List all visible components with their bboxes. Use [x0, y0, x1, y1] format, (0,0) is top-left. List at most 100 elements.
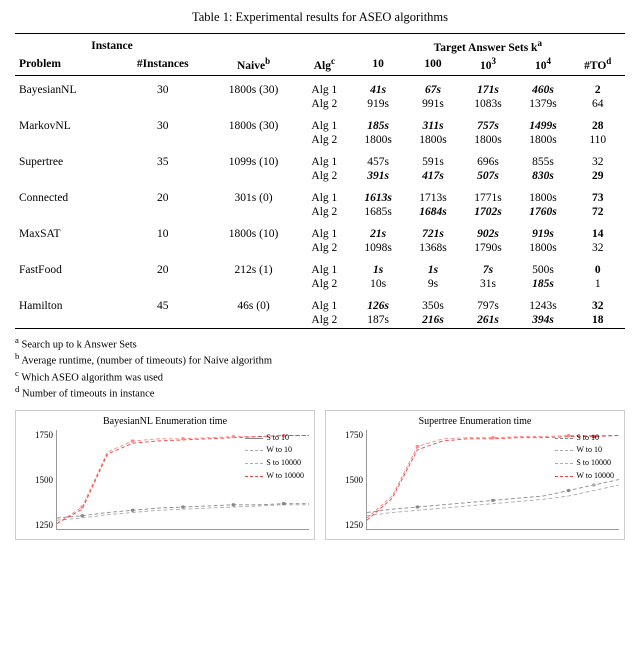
alg-cell: Alg 2	[298, 277, 350, 292]
bayesiannl-chart-title: BayesianNL Enumeration time	[21, 416, 309, 427]
footnote-c: c Which ASEO algorithm was used	[15, 368, 625, 384]
naive-cell: 46s (0)	[209, 292, 298, 313]
naive-cell: 1800s (30)	[209, 75, 298, 97]
supertree-legend: S to 10 W to 10 S to 10000 W to 10000	[555, 432, 614, 483]
alg-cell: Alg 2	[298, 205, 350, 220]
k1000-cell: 757s	[461, 112, 516, 133]
to-cell: 18	[570, 313, 625, 329]
problem-cell	[15, 169, 116, 184]
k1000-cell: 261s	[461, 313, 516, 329]
k100-cell: 9s	[406, 277, 461, 292]
problem-cell: Supertree	[15, 148, 116, 169]
problem-cell	[15, 241, 116, 256]
instances-cell: 45	[116, 292, 209, 313]
alg-cell: Alg 2	[298, 97, 350, 112]
k10000-cell: 1243s	[515, 292, 570, 313]
k100-cell: 721s	[406, 220, 461, 241]
supertree-chart: Supertree Enumeration time 1750 1500 125…	[325, 410, 625, 540]
alg-header	[298, 34, 350, 55]
k100-cell: 591s	[406, 148, 461, 169]
footnote-b: b Average runtime, (number of timeouts) …	[15, 351, 625, 367]
naive-cell: 1800s (10)	[209, 220, 298, 241]
k100-cell: 311s	[406, 112, 461, 133]
alg-cell: Alg 1	[298, 112, 350, 133]
alg-cell: Alg 1	[298, 148, 350, 169]
k10-col-header: 10	[351, 55, 406, 75]
alg-cell: Alg 1	[298, 292, 350, 313]
instances-cell: 35	[116, 148, 209, 169]
supertree-y-axis: 1750 1500 1250	[331, 430, 366, 530]
k10000-cell: 1760s	[515, 205, 570, 220]
instances-cell: 10	[116, 220, 209, 241]
instances-cell	[116, 169, 209, 184]
instances-cell	[116, 133, 209, 148]
k1000-cell: 1083s	[461, 97, 516, 112]
table-row: MaxSAT101800s (10)Alg 121s721s902s919s14	[15, 220, 625, 241]
k1000-cell: 902s	[461, 220, 516, 241]
bayesiannl-legend: S to 10 W to 10 S to 10000 W to 10000	[245, 432, 304, 483]
to-cell: 0	[570, 256, 625, 277]
k100-cell: 1368s	[406, 241, 461, 256]
footnote-a: a Search up to k Answer Sets	[15, 335, 625, 351]
k1000-col-header: 103	[461, 55, 516, 75]
problem-cell	[15, 277, 116, 292]
table-row: Alg 21800s1800s1800s1800s110	[15, 133, 625, 148]
alg-cell: Alg 2	[298, 241, 350, 256]
naive-cell: 1800s (30)	[209, 112, 298, 133]
naive-cell	[209, 277, 298, 292]
table-row: MarkovNL301800s (30)Alg 1185s311s757s149…	[15, 112, 625, 133]
alg-cell: Alg 1	[298, 220, 350, 241]
k10000-cell: 460s	[515, 75, 570, 97]
problem-cell	[15, 133, 116, 148]
k1000-cell: 797s	[461, 292, 516, 313]
naive-cell	[209, 133, 298, 148]
charts-row: BayesianNL Enumeration time 1750 1500 12…	[15, 410, 625, 540]
footnotes: a Search up to k Answer Sets b Average r…	[15, 335, 625, 400]
k100-cell: 991s	[406, 97, 461, 112]
k10-cell: 126s	[351, 292, 406, 313]
table-row: Alg 2187s216s261s394s18	[15, 313, 625, 329]
table-row: FastFood20212s (1)Alg 11s1s7s500s0	[15, 256, 625, 277]
instances-cell: 20	[116, 256, 209, 277]
k100-cell: 1713s	[406, 184, 461, 205]
instances-cell	[116, 313, 209, 329]
k10000-cell: 919s	[515, 220, 570, 241]
problem-cell: MaxSAT	[15, 220, 116, 241]
problem-cell: FastFood	[15, 256, 116, 277]
bayesiannl-chart-area: S to 10 W to 10 S to 10000 W to 10000	[56, 430, 309, 530]
k10000-cell: 500s	[515, 256, 570, 277]
naive-header	[209, 34, 298, 55]
k10000-cell: 185s	[515, 277, 570, 292]
k1000-cell: 1800s	[461, 133, 516, 148]
k100-cell: 1s	[406, 256, 461, 277]
k10000-cell: 394s	[515, 313, 570, 329]
instances-col-header: #Instances	[116, 55, 209, 75]
instances-cell: 30	[116, 112, 209, 133]
instances-cell	[116, 97, 209, 112]
problem-col-header: Problem	[15, 55, 116, 75]
k10-cell: 1613s	[351, 184, 406, 205]
alg-cell: Alg 1	[298, 75, 350, 97]
k10000-cell: 1379s	[515, 97, 570, 112]
results-table: Instance Target Answer Sets ka Problem #…	[15, 33, 625, 329]
problem-cell: Connected	[15, 184, 116, 205]
supertree-chart-area: S to 10 W to 10 S to 10000 W to 10000	[366, 430, 619, 530]
k1000-cell: 1771s	[461, 184, 516, 205]
k10000-cell: 855s	[515, 148, 570, 169]
alg-col-header: Algc	[298, 55, 350, 75]
problem-cell	[15, 313, 116, 329]
bayesiannl-chart: BayesianNL Enumeration time 1750 1500 12…	[15, 410, 315, 540]
table-row: Alg 21098s1368s1790s1800s32	[15, 241, 625, 256]
to-cell: 32	[570, 292, 625, 313]
naive-cell	[209, 313, 298, 329]
table-row: Alg 2391s417s507s830s29	[15, 169, 625, 184]
instance-header: Instance	[15, 34, 209, 55]
table-row: BayesianNL301800s (30)Alg 141s67s171s460…	[15, 75, 625, 97]
table-row: Alg 2919s991s1083s1379s64	[15, 97, 625, 112]
table-row: Alg 210s9s31s185s1	[15, 277, 625, 292]
table-row: Connected20301s (0)Alg 11613s1713s1771s1…	[15, 184, 625, 205]
to-cell: 64	[570, 97, 625, 112]
k10-cell: 919s	[351, 97, 406, 112]
to-col-header: #TOd	[570, 55, 625, 75]
instances-cell	[116, 241, 209, 256]
